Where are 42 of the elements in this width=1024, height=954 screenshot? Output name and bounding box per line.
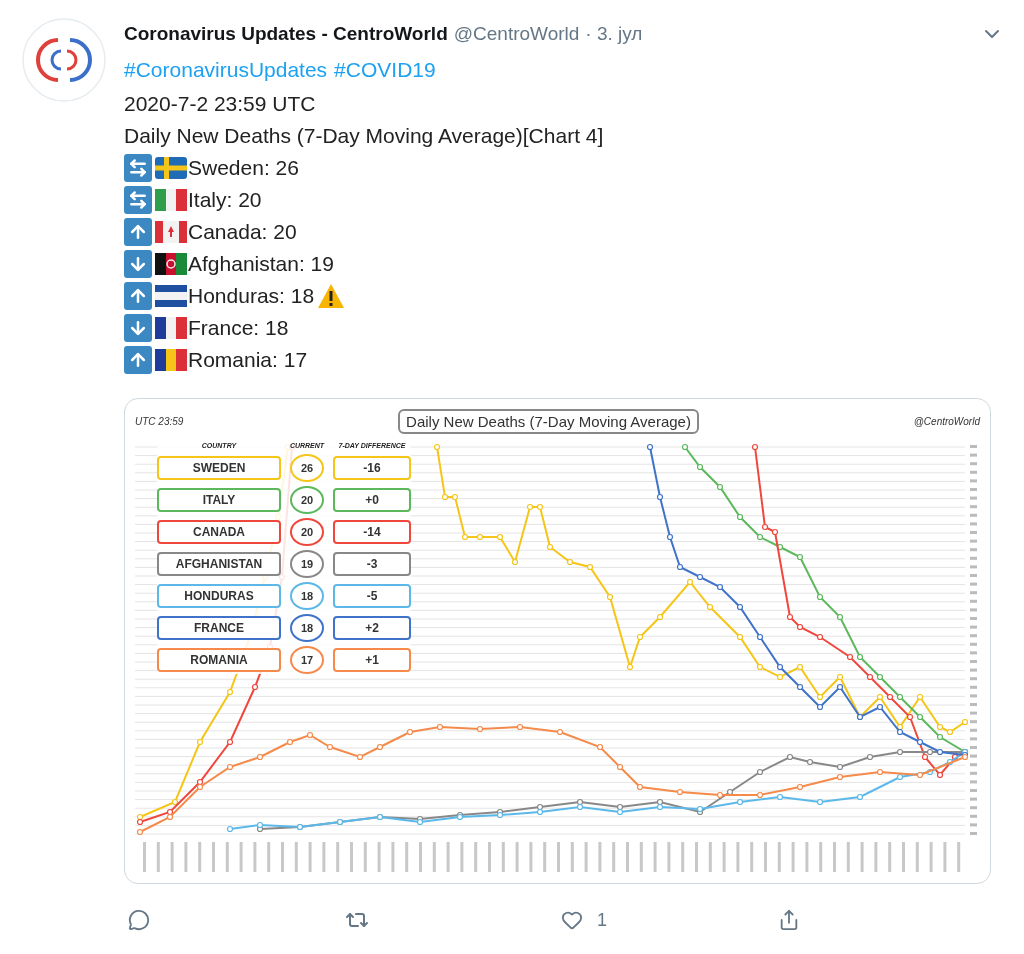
avatar[interactable] — [22, 18, 106, 102]
tweet-date[interactable]: · 3. јул — [585, 23, 643, 45]
like-button[interactable]: 1 — [561, 909, 778, 931]
current-value: 18 — [290, 614, 324, 642]
current-value: 20 — [290, 486, 324, 514]
tweet-text: 2020-7-2 23:59 UTC — [124, 91, 317, 117]
country-label: ITALY — [157, 488, 281, 512]
difference-value: +2 — [333, 616, 411, 640]
difference-value: -3 — [333, 552, 411, 576]
country-count: Sweden: 26 — [188, 156, 299, 180]
country-count: Italy: 20 — [188, 188, 262, 212]
country-count: Canada: 20 — [188, 220, 297, 244]
current-value: 17 — [290, 646, 324, 674]
hashtag-link[interactable]: #CoronavirusUpdates — [124, 52, 328, 88]
country-label: SWEDEN — [157, 456, 281, 480]
difference-value: -5 — [333, 584, 411, 608]
current-value: 26 — [290, 454, 324, 482]
credit-label: @CentroWorld — [913, 415, 980, 427]
reply-icon — [128, 909, 150, 931]
country-label: ROMANIA — [157, 648, 281, 672]
author-handle[interactable]: @CentroWorld — [453, 23, 580, 45]
heart-icon — [561, 909, 583, 931]
current-value: 19 — [290, 550, 324, 578]
country-count: Romania: 17 — [188, 348, 308, 372]
chart-title: Daily New Deaths (7-Day Moving Average) — [398, 408, 699, 434]
country-label: HONDURAS — [157, 584, 281, 608]
country-label: AFGHANISTAN — [157, 552, 281, 576]
time-label: UTC 23:59 — [135, 415, 184, 427]
author-name[interactable]: Coronavirus Updates - CentroWorld — [124, 23, 448, 45]
difference-value: -16 — [333, 456, 411, 480]
difference-value: +1 — [333, 648, 411, 672]
country-count: Afghanistan: 19 — [188, 252, 334, 276]
difference-value: +0 — [333, 488, 411, 512]
country-label: FRANCE — [157, 616, 281, 640]
country-label: CANADA — [157, 520, 281, 544]
difference-value: -14 — [333, 520, 411, 544]
country-count: Honduras: 18 — [188, 284, 315, 308]
hashtag-link[interactable]: #COVID19 — [334, 52, 436, 88]
country-count: France: 18 — [188, 316, 289, 340]
tweet-text: Daily New Deaths (7-Day Moving Average)[Chart 4] — [124, 123, 605, 149]
current-value: 18 — [290, 582, 324, 610]
current-value: 20 — [290, 518, 324, 546]
